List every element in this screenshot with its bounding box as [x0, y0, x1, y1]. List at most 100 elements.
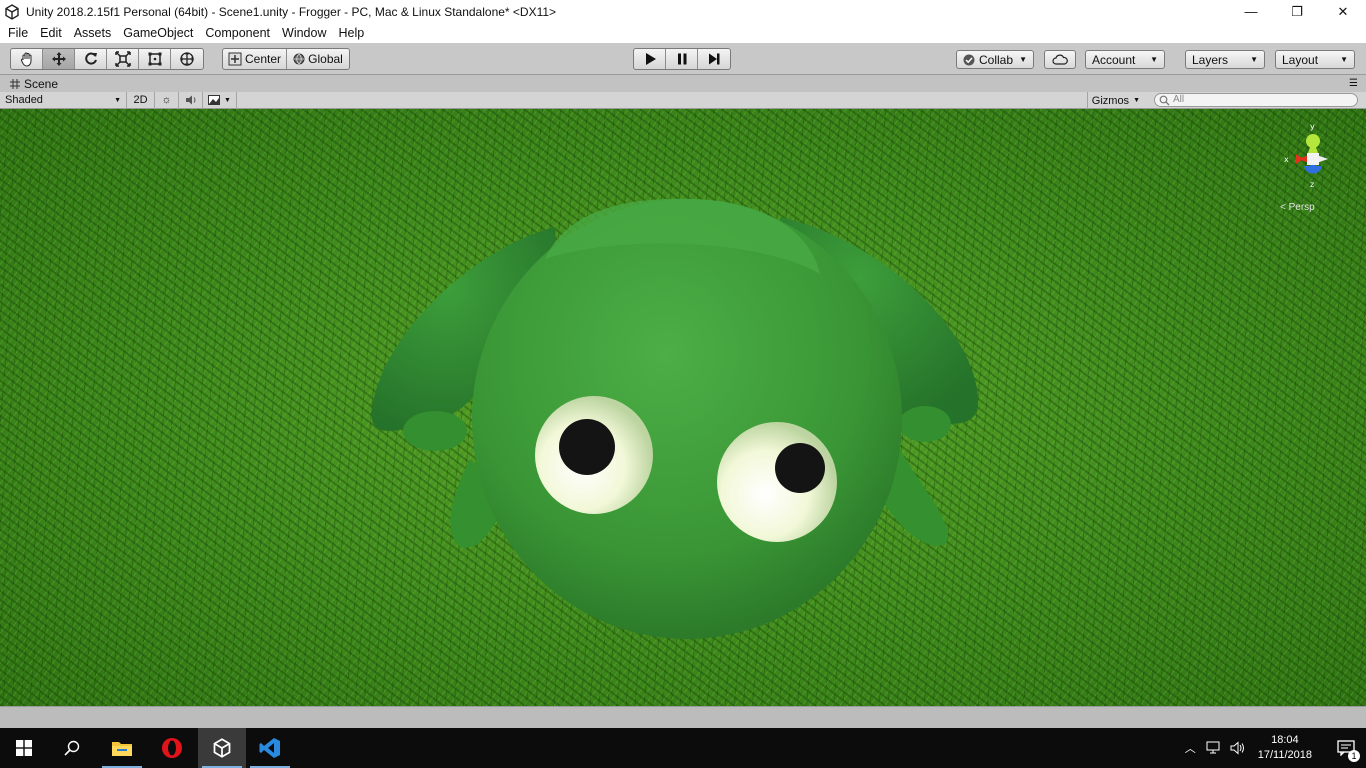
minimize-button[interactable]: —: [1228, 0, 1274, 23]
axis-y-label: y: [1310, 122, 1315, 131]
menu-assets[interactable]: Assets: [68, 26, 118, 40]
folder-icon: [112, 742, 132, 756]
cloud-button[interactable]: [1044, 50, 1076, 69]
hand-icon: [20, 52, 31, 67]
clock-date: 17/11/2018: [1257, 749, 1312, 761]
axis-gizmo-icon: y x z: [1284, 122, 1328, 189]
layout-label: Layout: [1282, 52, 1319, 67]
layers-label: Layers: [1192, 52, 1229, 67]
frog-left-pupil: [559, 419, 615, 475]
globe-icon: [293, 53, 305, 65]
windows-taskbar: ︿ 18:04 17/11/2018 1: [0, 728, 1366, 768]
speaker-icon: [185, 95, 195, 105]
frog-model[interactable]: [0, 109, 1366, 706]
tab-scene[interactable]: Scene: [4, 75, 64, 92]
toggle-2d-button[interactable]: 2D: [127, 91, 155, 109]
audio-toggle[interactable]: [179, 91, 203, 109]
gizmos-dropdown[interactable]: Gizmos ▼: [1086, 92, 1144, 109]
sun-icon: ☼: [161, 94, 172, 106]
transform-tool-button[interactable]: [171, 49, 203, 69]
shading-mode-dropdown[interactable]: Shaded ▼: [0, 91, 127, 109]
pivot-label: Center: [244, 52, 282, 66]
panel-menu-icon[interactable]: ☰: [1349, 78, 1358, 89]
frog-body: [472, 199, 902, 639]
axis-x-label: x: [1284, 155, 1289, 164]
menu-component[interactable]: Component: [199, 26, 276, 40]
chevron-up-icon[interactable]: ︿: [1185, 740, 1196, 756]
pause-button[interactable]: [666, 49, 698, 69]
effects-dropdown[interactable]: ▼: [203, 91, 237, 109]
layout-dropdown[interactable]: Layout ▼: [1275, 50, 1355, 69]
rect-tool-button[interactable]: [139, 49, 171, 69]
checkmark-icon: [963, 54, 975, 65]
menu-help[interactable]: Help: [332, 26, 370, 40]
menu-edit[interactable]: Edit: [34, 26, 68, 40]
network-icon[interactable]: [1206, 741, 1222, 755]
layers-dropdown[interactable]: Layers ▼: [1185, 50, 1265, 69]
vscode-icon: [259, 738, 280, 758]
maximize-button[interactable]: ❐: [1274, 0, 1320, 23]
space-label: Global: [308, 52, 343, 66]
projection-label[interactable]: < Persp: [1280, 202, 1315, 213]
action-center-button[interactable]: 1: [1326, 728, 1366, 768]
search-icon: [64, 740, 80, 756]
taskbar-unity[interactable]: [198, 728, 246, 768]
volume-icon[interactable]: [1230, 741, 1246, 755]
taskbar-vscode[interactable]: [246, 728, 294, 768]
system-tray: ︿ 18:04 17/11/2018 1: [1185, 728, 1366, 768]
pivot-icon: [228, 52, 242, 66]
clock-time: 18:04: [1271, 734, 1299, 746]
move-tool-button[interactable]: [43, 49, 75, 69]
taskbar-opera[interactable]: [148, 728, 196, 768]
taskbar-search-button[interactable]: [48, 728, 96, 768]
scene-view-toolbar: Shaded ▼ 2D ☼ ▼ Gizmos ▼ All: [0, 91, 1366, 109]
close-button[interactable]: ✕: [1320, 0, 1366, 23]
taskbar-clock[interactable]: 18:04 17/11/2018: [1258, 733, 1312, 763]
scale-icon: [114, 51, 131, 67]
frog-right-pupil: [775, 443, 825, 493]
collab-label: Collab: [979, 52, 1014, 67]
scene-tab-label: Scene: [24, 76, 59, 91]
chevron-down-icon: ▼: [1250, 55, 1258, 64]
axis-z-label: z: [1310, 180, 1314, 189]
taskbar-file-explorer[interactable]: [98, 728, 146, 768]
chevron-down-icon: ▼: [114, 96, 121, 104]
scale-tool-button[interactable]: [107, 49, 139, 69]
play-controls: [633, 48, 731, 70]
scene-search-input[interactable]: All: [1154, 93, 1358, 107]
menu-gameobject[interactable]: GameObject: [117, 26, 199, 40]
space-global-button[interactable]: Global: [287, 49, 349, 69]
step-button[interactable]: [698, 49, 730, 69]
main-toolbar: Center Global Collab ▼ Account ▼ Layers …: [0, 43, 1366, 75]
menu-file[interactable]: File: [2, 26, 34, 40]
search-icon: [1159, 95, 1170, 106]
window-title: Unity 2018.2.15f1 Personal (64bit) - Sce…: [26, 4, 557, 19]
menu-bar: File Edit Assets GameObject Component Wi…: [0, 23, 1366, 43]
search-placeholder: All: [1173, 94, 1185, 105]
lighting-toggle[interactable]: ☼: [155, 91, 179, 109]
hand-tool-button[interactable]: [11, 49, 43, 69]
scene-viewport[interactable]: y x z < Persp: [0, 109, 1366, 706]
collab-dropdown[interactable]: Collab ▼: [956, 50, 1034, 69]
windows-logo-icon: [16, 740, 32, 756]
play-button[interactable]: [634, 49, 666, 69]
opera-icon: [162, 738, 182, 758]
move-arrows-icon: [51, 52, 66, 66]
frog-left-front-foot: [403, 411, 467, 451]
chevron-down-icon: ▼: [224, 96, 231, 104]
combined-transform-icon: [180, 52, 194, 66]
shading-mode-label: Shaded: [5, 94, 43, 106]
start-button[interactable]: [0, 728, 48, 768]
chevron-down-icon: ▼: [1133, 97, 1140, 104]
rotate-tool-button[interactable]: [75, 49, 107, 69]
cloud-icon: [1052, 54, 1068, 65]
notification-badge: 1: [1348, 750, 1360, 762]
scene-tab-strip: Scene ☰: [0, 75, 1366, 92]
account-label: Account: [1092, 52, 1136, 67]
account-dropdown[interactable]: Account ▼: [1085, 50, 1165, 69]
pivot-center-button[interactable]: Center: [223, 49, 287, 69]
menu-window[interactable]: Window: [276, 26, 332, 40]
scene-orientation-gizmo[interactable]: y x z < Persp: [1278, 121, 1348, 213]
pivot-toggles: Center Global: [222, 48, 350, 70]
unity-logo-icon: [213, 738, 231, 758]
